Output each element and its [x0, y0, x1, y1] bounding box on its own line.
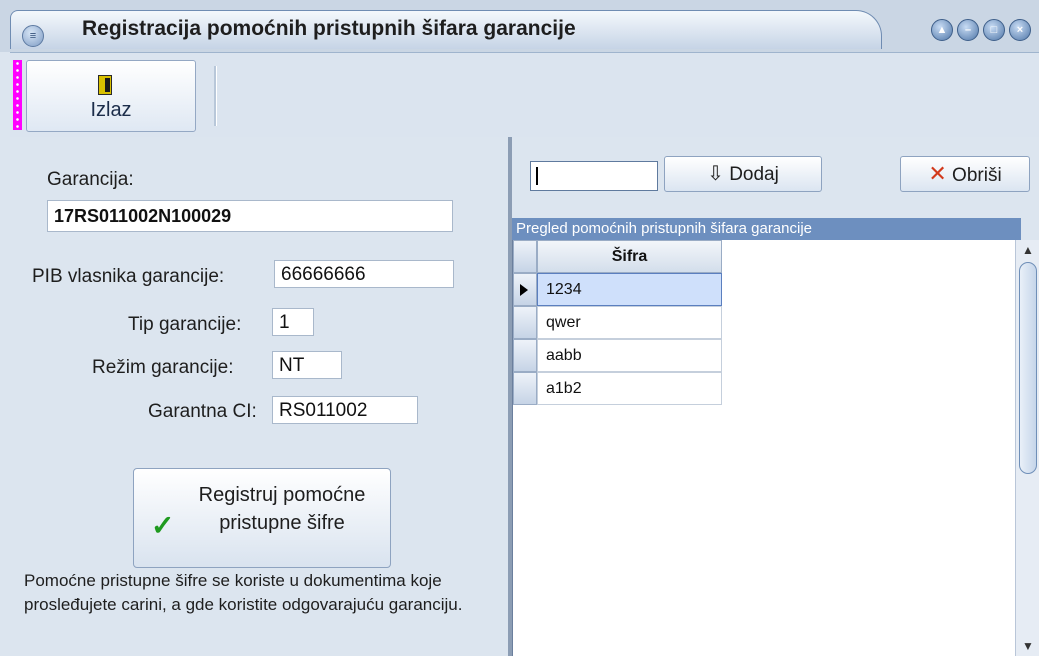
checkmark-icon: ✓ — [151, 510, 175, 541]
scroll-thumb[interactable] — [1019, 262, 1037, 474]
register-button-label: Registruj pomoćne pristupne šifre — [182, 481, 382, 537]
help-icon[interactable]: ▲ — [931, 19, 953, 41]
table-cell[interactable]: qwer — [537, 306, 722, 339]
row-indicator[interactable] — [513, 372, 537, 405]
pib-label: PIB vlasnika garancije: — [32, 266, 225, 287]
exit-button[interactable]: Izlaz — [26, 60, 196, 132]
vertical-scrollbar[interactable]: ▲ ▼ — [1015, 240, 1039, 656]
title-bar: ≡ Registracija pomoćnih pristupnih šifar… — [0, 0, 1039, 52]
door-exit-icon — [98, 75, 112, 95]
table-row[interactable]: a1b2 — [513, 372, 722, 405]
column-header-sifra[interactable]: Šifra — [537, 240, 722, 273]
table-row[interactable]: aabb — [513, 339, 722, 372]
register-codes-button[interactable]: ✓ Registruj pomoćne pristupne šifre — [133, 468, 391, 568]
current-row-arrow-icon — [520, 284, 528, 296]
row-indicator[interactable] — [513, 306, 537, 339]
table-cell[interactable]: aabb — [537, 339, 722, 372]
window-controls: ▲ – □ × — [931, 19, 1031, 41]
text-cursor — [536, 167, 538, 185]
row-indicator-header[interactable] — [513, 240, 537, 273]
add-button[interactable]: ⇩ Dodaj — [664, 156, 822, 192]
register-label-line1: Registruj pomoćne — [198, 484, 366, 506]
scroll-down-icon[interactable]: ▼ — [1016, 636, 1039, 656]
toolbar-grip[interactable] — [13, 60, 22, 130]
rezim-label: Režim garancije: — [92, 357, 234, 378]
table-row[interactable]: qwer — [513, 306, 722, 339]
row-indicator[interactable] — [513, 273, 537, 306]
grid-title: Pregled pomoćnih pristupnih šifara garan… — [512, 218, 1021, 240]
rezim-field[interactable]: NT — [272, 351, 342, 379]
delete-button-label: Obriši — [952, 165, 1002, 186]
system-menu-icon[interactable]: ≡ — [22, 25, 44, 47]
garancija-field[interactable]: 17RS011002N100029 — [47, 200, 453, 232]
info-note: Pomoćne pristupne šifre se koriste u dok… — [24, 571, 463, 614]
ci-field[interactable]: RS011002 — [272, 396, 418, 424]
tip-field[interactable]: 1 — [272, 308, 314, 336]
register-label-line2: pristupne šifre — [219, 512, 345, 534]
row-indicator[interactable] — [513, 339, 537, 372]
minimize-icon[interactable]: – — [957, 19, 979, 41]
table-row[interactable]: 1234 — [513, 273, 722, 306]
table-cell[interactable]: 1234 — [537, 273, 722, 306]
codes-grid: Šifra 1234 qwer aabb a1b2 — [512, 240, 1016, 656]
maximize-icon[interactable]: □ — [983, 19, 1005, 41]
garancija-label: Garancija: — [47, 169, 134, 190]
add-button-label: Dodaj — [729, 164, 779, 185]
ci-label: Garantna CI: — [148, 401, 257, 422]
scroll-up-icon[interactable]: ▲ — [1016, 240, 1039, 260]
window-title: Registracija pomoćnih pristupnih šifara … — [82, 17, 576, 40]
codes-panel: ⇩ Dodaj ✕ Obriši Pregled pomoćnih pristu… — [512, 137, 1039, 656]
guarantee-form-panel: Garancija: 17RS011002N100029 PIB vlasnik… — [10, 137, 508, 656]
grid-header-row: Šifra — [513, 240, 722, 273]
table-cell[interactable]: a1b2 — [537, 372, 722, 405]
close-icon[interactable]: × — [1009, 19, 1031, 41]
pib-field[interactable]: 66666666 — [274, 260, 454, 288]
exit-button-label: Izlaz — [90, 99, 132, 121]
arrow-down-icon: ⇩ — [707, 163, 724, 185]
toolbar-separator — [214, 66, 217, 126]
code-input[interactable] — [530, 161, 658, 191]
delete-x-icon: ✕ — [928, 161, 947, 186]
delete-button[interactable]: ✕ Obriši — [900, 156, 1030, 192]
tip-label: Tip garancije: — [128, 314, 242, 335]
app-window: ≡ Registracija pomoćnih pristupnih šifar… — [0, 0, 1039, 656]
